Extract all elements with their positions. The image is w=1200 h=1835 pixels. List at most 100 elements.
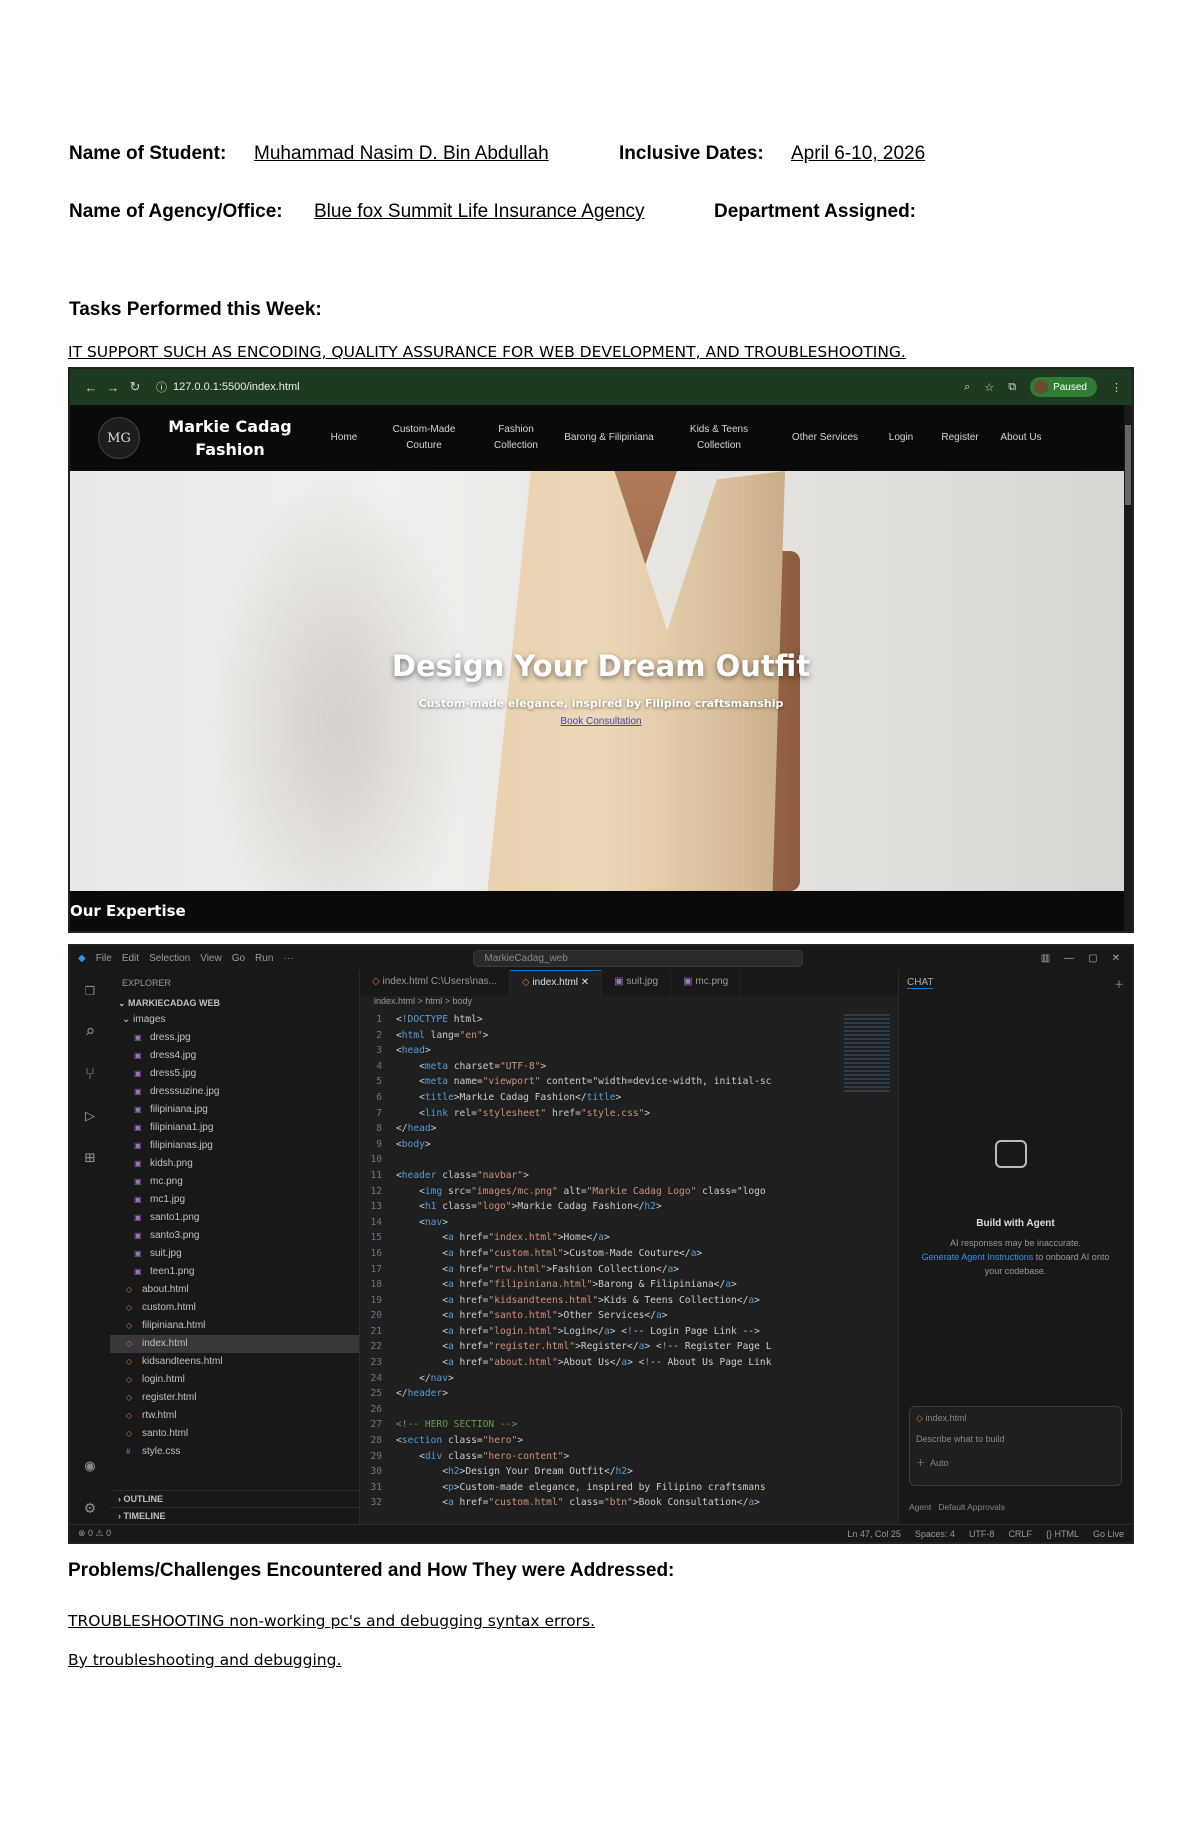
status-language[interactable]: {} HTML — [1046, 1529, 1079, 1539]
file-html[interactable]: ◇ about.html — [110, 1281, 359, 1299]
menu-dots-icon[interactable]: ⋮ — [1111, 381, 1122, 394]
file-image[interactable]: ▣ santo1.png — [110, 1209, 359, 1227]
tab-index-html-other[interactable]: ◇ index.html C:\Users\nas... — [360, 970, 510, 996]
menu-more[interactable]: ··· — [283, 953, 293, 964]
search-icon[interactable]: ⌕ — [85, 1022, 95, 1042]
file-image[interactable]: ▣ mc.png — [110, 1173, 359, 1191]
nav-other-services[interactable]: Other Services — [776, 430, 874, 446]
status-cursor-position[interactable]: Ln 47, Col 25 — [847, 1529, 901, 1539]
code-line: 6 <title>Markie Cadag Fashion</title> — [360, 1090, 898, 1106]
generate-instructions-link[interactable]: Generate Agent Instructions — [922, 1252, 1034, 1262]
timeline-section[interactable]: › TIMELINE — [110, 1507, 359, 1524]
nav-home[interactable]: Home — [316, 430, 372, 446]
address-bar[interactable]: ⓘ 127.0.0.1:5500/index.html — [156, 379, 300, 395]
book-consultation-link[interactable]: Book Consultation — [70, 716, 1132, 727]
chat-mode-select[interactable]: Auto — [930, 1458, 949, 1468]
file-image[interactable]: ▣ dresssuzine.jpg — [110, 1083, 359, 1101]
breadcrumb[interactable]: index.html > html > body — [360, 996, 898, 1012]
file-image[interactable]: ▣ kidsh.png — [110, 1155, 359, 1173]
add-context-icon[interactable]: ＋ — [916, 1458, 925, 1468]
new-chat-icon[interactable]: ＋ — [1114, 976, 1124, 991]
status-encoding[interactable]: UTF-8 — [969, 1529, 995, 1539]
explorer-icon[interactable]: ❐ — [85, 980, 95, 1000]
html-file-icon: ◇ — [126, 1321, 133, 1330]
menu-run[interactable]: Run — [255, 953, 273, 964]
nav-about-us[interactable]: About Us — [992, 430, 1050, 446]
file-image[interactable]: ▣ filipiniana.jpg — [110, 1101, 359, 1119]
run-debug-icon[interactable]: ▷ — [85, 1106, 95, 1126]
menu-file[interactable]: File — [96, 953, 112, 964]
site-logo[interactable]: MG — [98, 417, 140, 459]
menu-go[interactable]: Go — [232, 953, 245, 964]
nav-kids-teens[interactable]: Kids & Teens Collection — [662, 422, 776, 454]
menu-edit[interactable]: Edit — [122, 953, 139, 964]
file-image[interactable]: ▣ suit.jpg — [110, 1245, 359, 1263]
file-html[interactable]: ◇ rtw.html — [110, 1407, 359, 1425]
command-center-search[interactable]: MarkieCadag_web — [473, 949, 804, 967]
line-text: <p>Custom-made elegance, inspired by Fil… — [396, 1481, 766, 1493]
status-go-live[interactable]: Go Live — [1093, 1529, 1124, 1539]
line-number: 14 — [370, 1216, 382, 1228]
file-html[interactable]: ◇ custom.html — [110, 1299, 359, 1317]
zoom-icon[interactable]: ⌕ — [964, 381, 970, 394]
file-image[interactable]: ▣ dress5.jpg — [110, 1065, 359, 1083]
tab-mc-png[interactable]: ▣ mc.png — [671, 970, 742, 996]
file-style-css[interactable]: # style.css — [110, 1443, 359, 1461]
approvals-select[interactable]: Default Approvals — [938, 1502, 1005, 1512]
file-image[interactable]: ▣ mc1.jpg — [110, 1191, 359, 1209]
html-file-icon: ◇ — [372, 976, 380, 987]
outline-section[interactable]: › OUTLINE — [110, 1490, 359, 1507]
maximize-icon[interactable]: ▢ — [1088, 953, 1097, 964]
chat-input[interactable]: ◇ index.html Describe what to build ＋ Au… — [909, 1406, 1122, 1486]
nav-barong-filipiniana[interactable]: Barong & Filipiniana — [556, 430, 662, 446]
image-file-icon: ▣ — [134, 1159, 142, 1168]
tab-index-html[interactable]: ◇ index.html ✕ — [509, 970, 603, 996]
file-image[interactable]: ▣ dress4.jpg — [110, 1047, 359, 1065]
file-html[interactable]: ◇ register.html — [110, 1389, 359, 1407]
problems-status[interactable]: ⊗ 0 ⚠ 0 — [78, 1528, 111, 1539]
layout-icon[interactable]: ▥ — [1041, 953, 1050, 964]
file-html[interactable]: ◇ kidsandteens.html — [110, 1353, 359, 1371]
reload-icon[interactable]: ↻ — [124, 379, 146, 395]
menu-selection[interactable]: Selection — [149, 953, 190, 964]
status-eol[interactable]: CRLF — [1008, 1529, 1032, 1539]
chat-context-chip[interactable]: ◇ index.html — [916, 1413, 1115, 1424]
tab-suit-jpg[interactable]: ▣ suit.jpg — [602, 970, 672, 996]
file-image[interactable]: ▣ dress.jpg — [110, 1029, 359, 1047]
site-navbar: MG Markie Cadag Fashion Home Custom-Made… — [70, 405, 1132, 471]
file-html[interactable]: ◇ index.html — [110, 1335, 359, 1353]
project-folder[interactable]: ⌄ MARKIECADAG WEB — [110, 996, 359, 1011]
file-html[interactable]: ◇ santo.html — [110, 1425, 359, 1443]
chat-tab[interactable]: CHAT — [907, 977, 934, 989]
file-image[interactable]: ▣ filipiniana1.jpg — [110, 1119, 359, 1137]
agent-mode-select[interactable]: Agent — [909, 1502, 931, 1512]
file-image[interactable]: ▣ filipinianas.jpg — [110, 1137, 359, 1155]
minimap[interactable] — [844, 1014, 890, 1094]
site-info-icon[interactable]: ⓘ — [156, 379, 167, 395]
minimize-icon[interactable]: — — [1064, 953, 1074, 964]
extensions-icon[interactable]: ⧉ — [1008, 381, 1016, 394]
file-html[interactable]: ◇ filipiniana.html — [110, 1317, 359, 1335]
menu-view[interactable]: View — [200, 953, 222, 964]
file-image[interactable]: ▣ teen1.png — [110, 1263, 359, 1281]
status-indentation[interactable]: Spaces: 4 — [915, 1529, 955, 1539]
file-image[interactable]: ▣ santo3.png — [110, 1227, 359, 1245]
nav-register[interactable]: Register — [928, 430, 992, 446]
code-editor[interactable]: ◇ index.html C:\Users\nas... ◇ index.htm… — [360, 970, 898, 1524]
profile-paused-badge[interactable]: Paused — [1030, 377, 1097, 397]
file-html[interactable]: ◇ login.html — [110, 1371, 359, 1389]
page-scrollbar[interactable] — [1124, 405, 1132, 931]
nav-custom-made-couture[interactable]: Custom-Made Couture — [372, 422, 476, 454]
settings-gear-icon[interactable]: ⚙ — [85, 1498, 95, 1518]
nav-login[interactable]: Login — [874, 430, 928, 446]
back-icon[interactable]: ← — [80, 380, 102, 395]
folder-images[interactable]: ⌄ images — [110, 1011, 359, 1029]
bookmark-star-icon[interactable]: ☆ — [984, 381, 994, 394]
site-nav-links: Home Custom-Made Couture Fashion Collect… — [316, 422, 1050, 454]
nav-fashion-collection[interactable]: Fashion Collection — [476, 422, 556, 454]
extensions-icon[interactable]: ⊞ — [85, 1148, 95, 1168]
source-control-icon[interactable]: ⑂ — [85, 1064, 95, 1084]
close-icon[interactable]: ✕ — [1112, 953, 1120, 964]
forward-icon[interactable]: → — [102, 380, 124, 395]
account-icon[interactable]: ◉ — [85, 1456, 95, 1476]
